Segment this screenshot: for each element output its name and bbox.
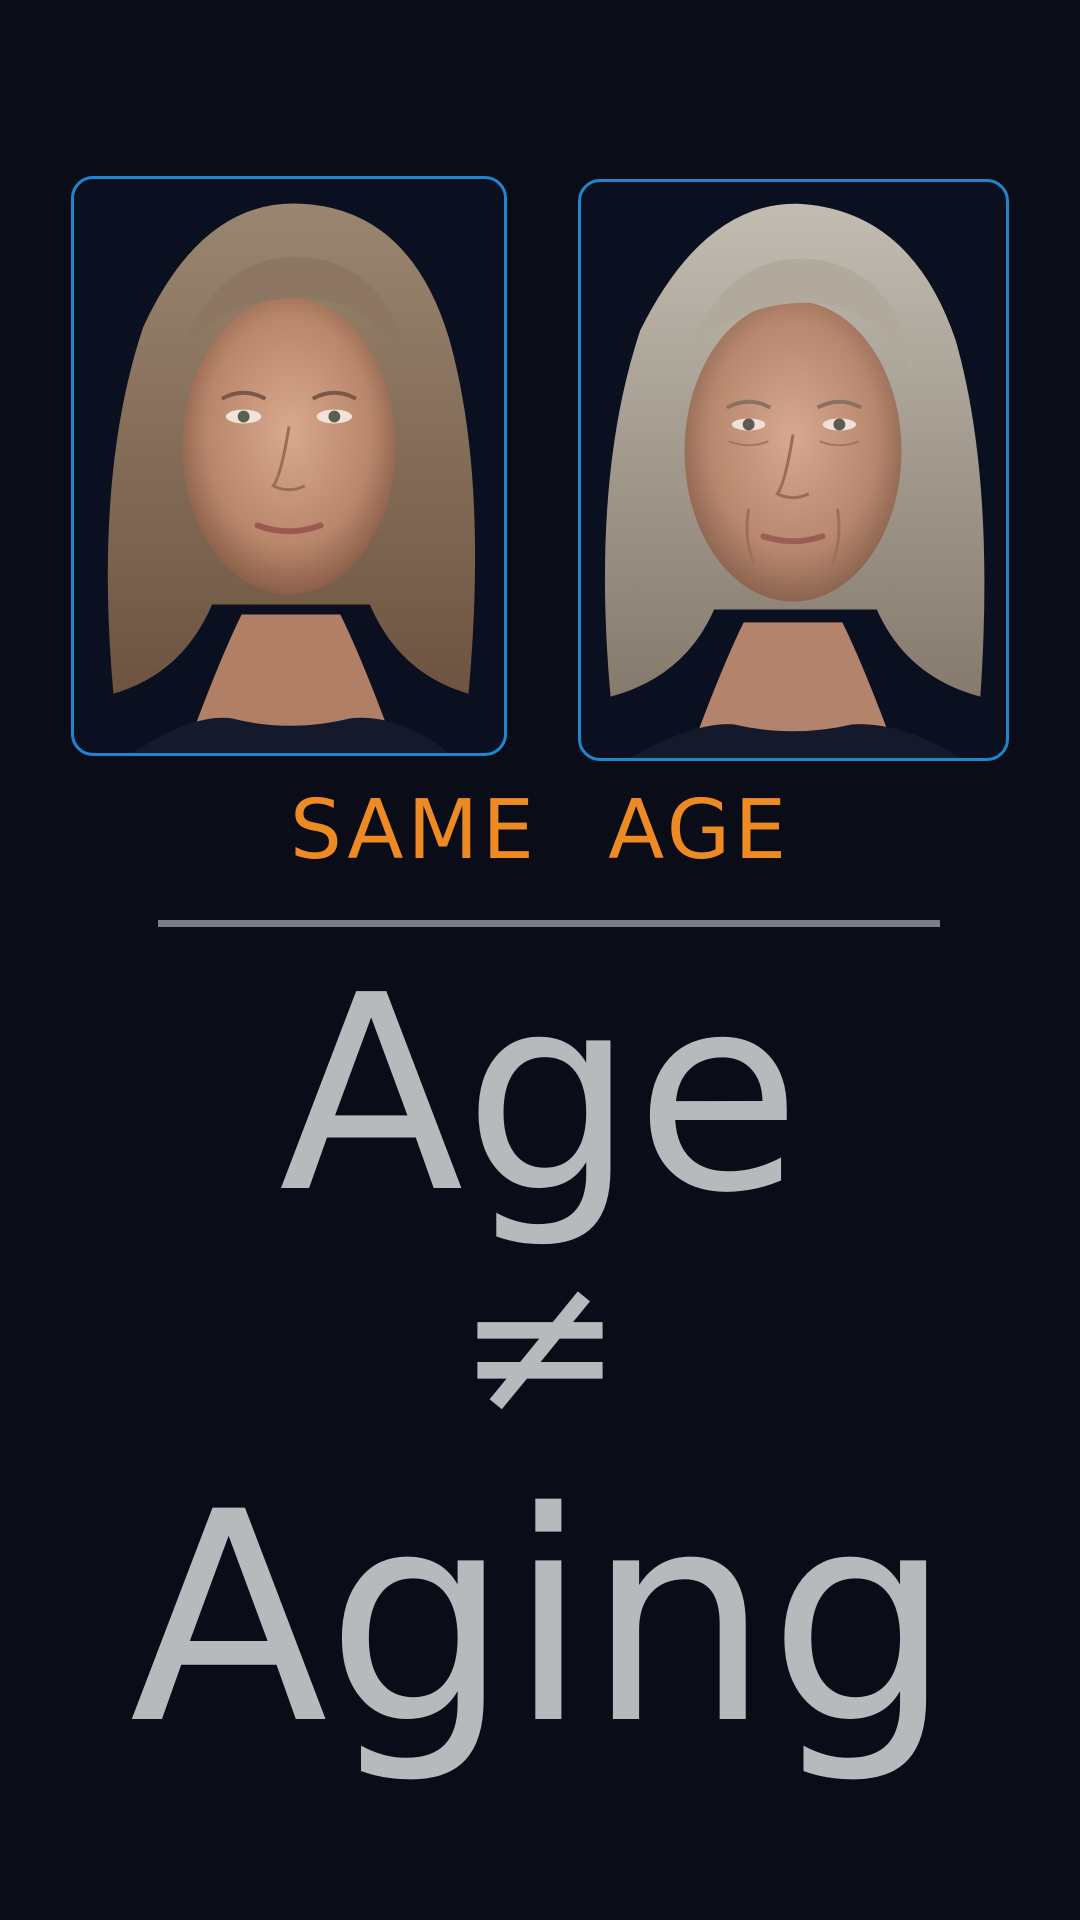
- not-equal-symbol: ≠: [456, 1228, 624, 1461]
- portrait-card-right: [578, 179, 1009, 761]
- headline-aging: Aging: [129, 1451, 953, 1788]
- portrait-image-right: [581, 182, 1006, 758]
- divider-line: [158, 920, 940, 927]
- portrait-image-left: [74, 179, 504, 753]
- portrait-card-left: [71, 176, 507, 756]
- subtitle-same-age: SAME AGE: [289, 783, 791, 878]
- headline-age: Age: [278, 937, 802, 1252]
